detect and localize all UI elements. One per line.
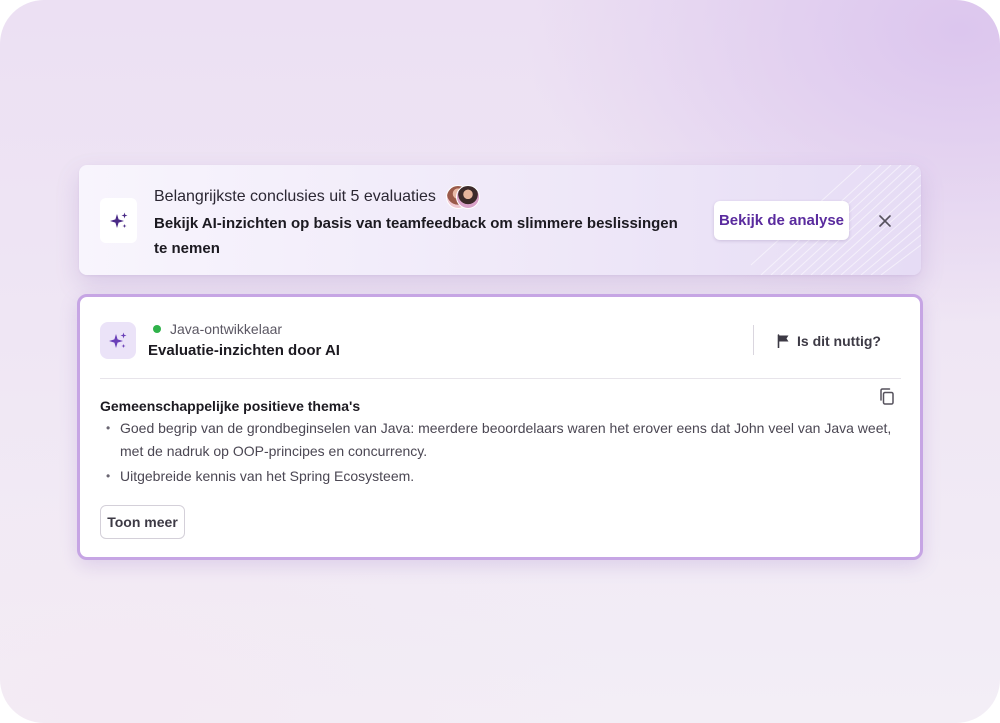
app-background: Belangrijkste conclusies uit 5 evaluatie… (0, 0, 1000, 723)
role-label: Java-ontwikkelaar (153, 321, 282, 337)
flag-icon (777, 334, 789, 348)
avatar-group (445, 185, 486, 209)
view-analysis-button[interactable]: Bekijk de analyse (714, 201, 849, 240)
role-text: Java-ontwikkelaar (170, 321, 283, 337)
feedback-label: Is dit nuttig? (797, 333, 881, 349)
banner-title: Bekijk AI-inzichten op basis van teamfee… (154, 215, 678, 257)
insights-banner: Belangrijkste conclusies uit 5 evaluatie… (79, 165, 921, 275)
show-more-button[interactable]: Toon meer (100, 505, 185, 539)
sparkle-icon (100, 198, 137, 243)
avatar (455, 185, 480, 209)
themes-list: Goed begrip van de grondbeginselen van J… (106, 417, 896, 490)
feedback-button[interactable]: Is dit nuttig? (777, 331, 881, 351)
card-title: Evaluatie-inzichten door AI (148, 342, 340, 359)
section-title: Gemeenschappelijke positieve thema's (100, 398, 361, 414)
divider (753, 325, 754, 355)
close-icon[interactable] (874, 210, 896, 232)
status-dot (153, 325, 161, 333)
banner-subtitle-row: Belangrijkste conclusies uit 5 evaluatie… (154, 185, 486, 209)
copy-icon[interactable] (877, 386, 897, 406)
list-item: Uitgebreide kennis van het Spring Ecosys… (106, 465, 896, 488)
banner-subtitle: Belangrijkste conclusies uit 5 evaluatie… (154, 188, 436, 205)
list-item: Goed begrip van de grondbeginselen van J… (106, 417, 896, 463)
divider (100, 378, 901, 379)
evaluation-insights-card: Java-ontwikkelaar Evaluatie-inzichten do… (77, 294, 923, 560)
sparkle-icon (100, 322, 136, 359)
